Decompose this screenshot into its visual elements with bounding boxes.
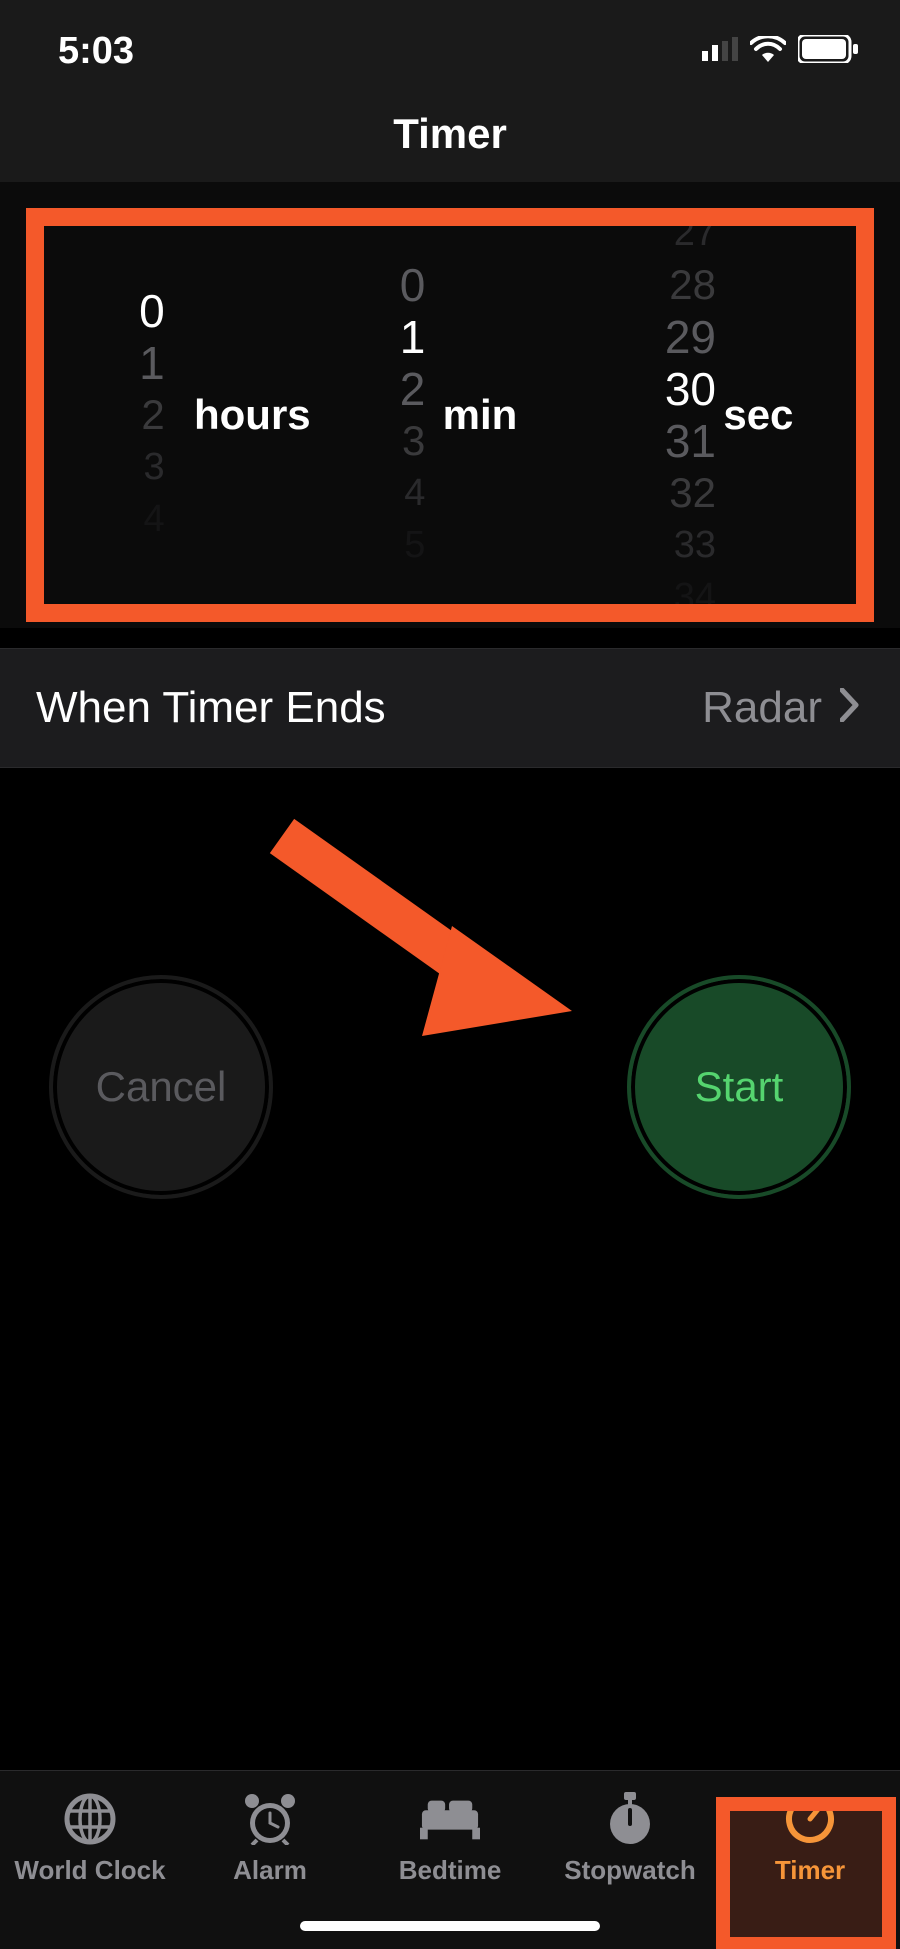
wifi-icon [750,36,786,67]
min-value[interactable]: 4 [404,467,425,519]
status-time: 5:03 [58,30,134,73]
action-area: Cancel Start [0,768,900,1368]
hours-value[interactable]: 4 [144,493,165,545]
sec-value[interactable]: 28 [669,259,716,311]
sec-value[interactable]: 34 [674,571,716,604]
arrow-annotation-icon [262,816,582,1061]
hours-value[interactable]: 1 [139,337,165,389]
battery-icon [798,35,858,68]
sec-value[interactable]: 32 [669,467,716,519]
min-value[interactable]: 0 [400,259,426,311]
sec-value[interactable]: 31 [665,415,716,467]
tab-label: Bedtime [399,1855,502,1886]
start-button[interactable]: Start [630,978,848,1196]
sec-value[interactable]: 33 [674,519,716,571]
hours-value-selected[interactable]: 0 [139,285,165,337]
time-picker-area: 0 1 2 3 4 hours 0 1 2 3 4 5 [0,182,900,628]
min-value-selected[interactable]: 1 [400,311,426,363]
status-bar: 5:03 [0,0,900,86]
tab-bedtime[interactable]: Bedtime [360,1789,540,1886]
min-value[interactable]: 5 [404,519,425,571]
seconds-picker[interactable]: 27 28 29 30 31 32 33 34 sec [585,226,856,604]
sec-value[interactable]: 27 [674,226,716,259]
home-indicator[interactable] [300,1921,600,1931]
min-value[interactable]: 2 [400,363,426,415]
tab-label: Alarm [233,1855,307,1886]
chevron-right-icon [840,683,860,733]
min-value[interactable]: 3 [402,415,425,467]
bed-icon [420,1789,480,1849]
cellular-signal-icon [702,37,738,66]
sec-value[interactable]: 29 [665,311,716,363]
globe-icon [60,1789,120,1849]
tab-stopwatch[interactable]: Stopwatch [540,1789,720,1886]
min-label: min [443,391,518,439]
alarm-clock-icon [240,1789,300,1849]
hours-label: hours [194,391,311,439]
minutes-picker[interactable]: 0 1 2 3 4 5 min [315,226,586,604]
status-icons [702,35,858,68]
cancel-button[interactable]: Cancel [52,978,270,1196]
when-timer-ends-value: Radar [702,683,860,733]
tab-alarm[interactable]: Alarm [180,1789,360,1886]
sec-value-selected[interactable]: 30 [665,363,716,415]
hours-value[interactable]: 3 [144,441,165,493]
page-title: Timer [393,110,507,158]
time-picker-highlight: 0 1 2 3 4 hours 0 1 2 3 4 5 [26,208,874,622]
tab-label: Stopwatch [564,1855,695,1886]
tab-world-clock[interactable]: World Clock [0,1789,180,1886]
tab-label: World Clock [14,1855,165,1886]
timer-tab-highlight [716,1797,896,1949]
sec-label: sec [723,391,793,439]
when-timer-ends-label: When Timer Ends [36,683,386,733]
when-timer-ends-row[interactable]: When Timer Ends Radar [0,648,900,768]
hours-value[interactable]: 2 [141,389,164,441]
header: Timer [0,86,900,182]
hours-picker[interactable]: 0 1 2 3 4 hours [44,226,315,604]
stopwatch-icon [600,1789,660,1849]
